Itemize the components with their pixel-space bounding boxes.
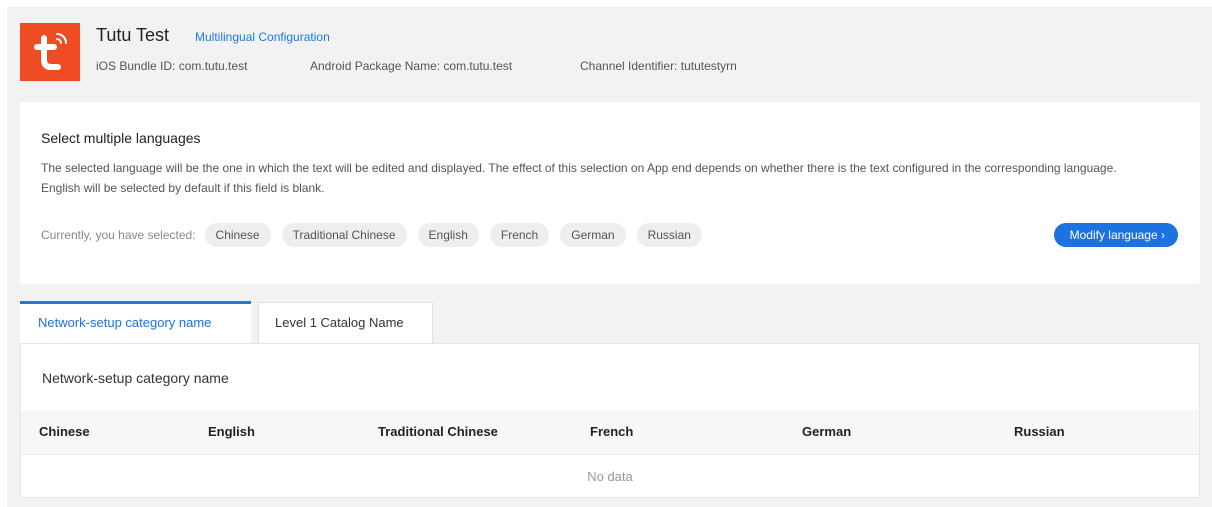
app-logo-icon (20, 23, 80, 81)
tab-panel: Network-setup category name Chinese Engl… (20, 343, 1200, 498)
language-chip: French (489, 223, 550, 247)
table-header: Chinese English Traditional Chinese Fren… (21, 410, 1199, 454)
modify-language-button[interactable]: Modify language › (1053, 223, 1178, 247)
column-header-german: German (802, 424, 852, 439)
android-package-name: Android Package Name: com.tutu.test (310, 59, 513, 73)
column-header-english: English (208, 424, 255, 439)
column-header-traditional-chinese: Traditional Chinese (378, 424, 498, 439)
ios-bundle-id: iOS Bundle ID: com.tutu.test (96, 59, 248, 73)
language-chip: Traditional Chinese (281, 223, 407, 247)
language-chip: Chinese (204, 223, 271, 247)
language-chip: English (417, 223, 479, 247)
tab-level-1-catalog-name[interactable]: Level 1 Catalog Name (258, 302, 433, 344)
language-selection-card: Select multiple languages The selected l… (20, 102, 1200, 284)
card-description: The selected language will be the one in… (41, 161, 1117, 195)
page: Tutu Test Multilingual Configuration iOS… (7, 7, 1212, 507)
multilingual-config-link[interactable]: Multilingual Configuration (195, 30, 330, 44)
card-title: Select multiple languages (41, 130, 201, 146)
selected-label: Currently, you have selected: (41, 228, 196, 242)
chevron-right-icon: › (1161, 228, 1165, 242)
column-header-russian: Russian (1014, 424, 1065, 439)
panel-title: Network-setup category name (42, 370, 229, 386)
selected-languages-row: Currently, you have selected: Chinese Tr… (41, 223, 713, 247)
tab-network-setup-category-name[interactable]: Network-setup category name (20, 301, 251, 343)
language-chip: Russian (636, 223, 702, 247)
app-name: Tutu Test (96, 25, 170, 45)
column-header-chinese: Chinese (39, 424, 90, 439)
column-header-french: French (590, 424, 634, 439)
channel-identifier: Channel Identifier: tututestyrn (580, 59, 737, 73)
modify-language-label: Modify language (1069, 228, 1158, 242)
language-chip: German (560, 223, 626, 247)
empty-state: No data (21, 454, 1199, 498)
